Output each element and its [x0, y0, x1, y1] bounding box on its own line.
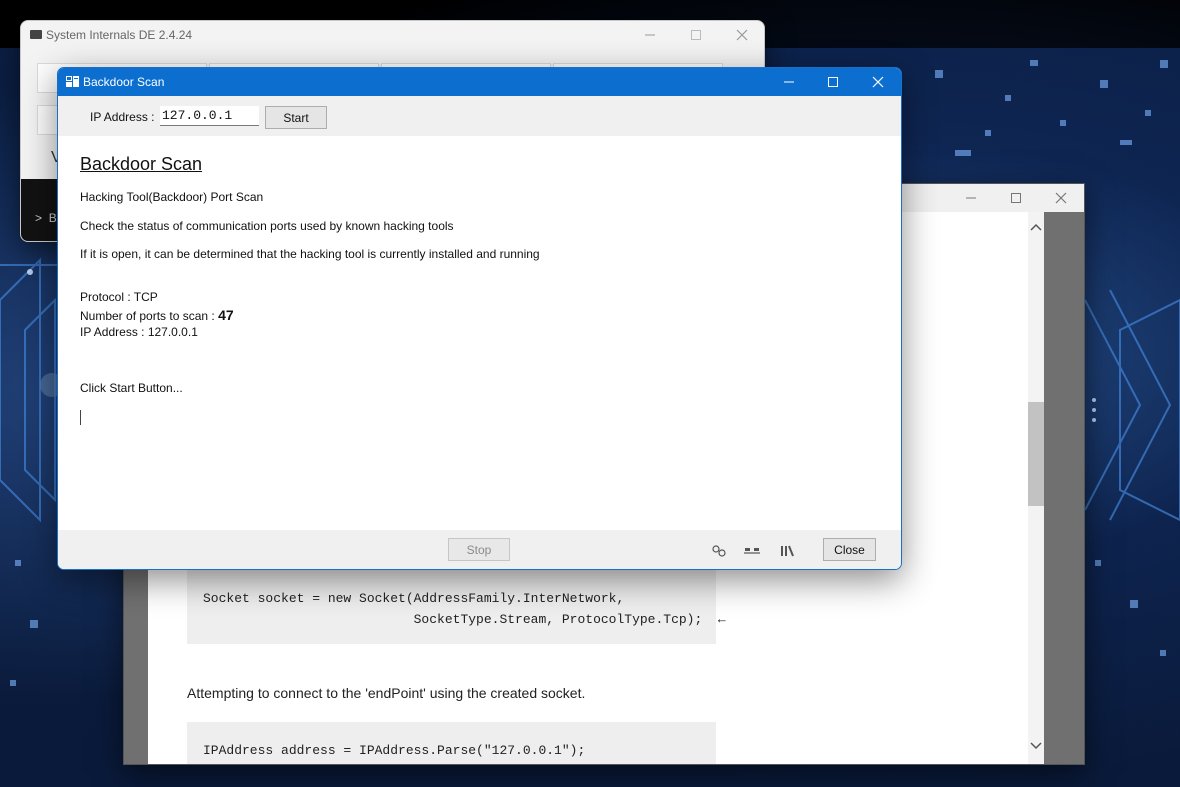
doc-close-button[interactable]: [1038, 184, 1083, 212]
scan-toolbar: IP Address : Start: [58, 96, 901, 136]
close-button[interactable]: [719, 21, 764, 49]
chevron-up-icon[interactable]: [1028, 220, 1044, 236]
doc-minimize-button[interactable]: [948, 184, 993, 212]
library-icon[interactable]: [780, 544, 796, 558]
ip-line: IP Address : 127.0.0.1: [80, 325, 198, 339]
chevron-right-icon: >: [35, 211, 43, 225]
code-line: SocketType.Stream, ProtocolType.Tcp); ←: [203, 612, 726, 627]
console-prompt: > B: [35, 211, 57, 225]
close-dialog-button[interactable]: Close: [823, 538, 876, 561]
backdoor-scan-window: Backdoor Scan IP Address : Start Backdoo…: [57, 67, 902, 570]
window-title: System Internals DE 2.4.24: [46, 28, 193, 42]
scanner-app-icon: [66, 76, 79, 87]
ports-count: 47: [218, 307, 234, 323]
minimize-icon: [965, 197, 976, 199]
code-line: IPAddress address = IPAddress.Parse("127…: [203, 743, 586, 758]
maximize-icon: [690, 30, 701, 40]
code-block-socket: Socket socket = new Socket(AddressFamily…: [187, 570, 726, 644]
maximize-icon: [827, 77, 838, 87]
close-button[interactable]: [855, 68, 900, 96]
doc-maximize-button[interactable]: [993, 184, 1038, 212]
minimize-button[interactable]: [766, 68, 811, 96]
settings-icon[interactable]: [711, 544, 727, 558]
ports-line: Number of ports to scan : 47: [80, 307, 234, 323]
description-line: If it is open, it can be determined that…: [80, 247, 540, 261]
minimize-icon: [644, 34, 655, 36]
partial-label-b: B: [48, 211, 57, 225]
maximize-button[interactable]: [810, 68, 855, 96]
chevron-down-icon[interactable]: [1028, 738, 1044, 754]
scan-heading: Backdoor Scan: [80, 154, 203, 174]
doc-paragraph: Attempting to connect to the 'endPoint' …: [187, 685, 586, 701]
ports-label: Number of ports to scan :: [80, 309, 219, 323]
maximize-icon: [1010, 193, 1021, 203]
network-icon[interactable]: [744, 544, 760, 558]
minimize-button[interactable]: [627, 21, 672, 49]
ip-address-input[interactable]: [160, 106, 259, 126]
stop-button[interactable]: Stop: [448, 538, 510, 561]
ip-address-label: IP Address :: [90, 110, 155, 124]
scan-statusbar: Stop Close: [58, 530, 901, 569]
code-block-ipaddress: IPAddress address = IPAddress.Parse("127…: [187, 722, 716, 764]
protocol-line: Protocol : TCP: [80, 290, 158, 304]
prompt-line: Click Start Button...: [80, 381, 183, 395]
app-icon: [30, 30, 42, 39]
start-button[interactable]: Start: [265, 106, 327, 129]
close-icon: [872, 76, 883, 88]
backdoor-titlebar: Backdoor Scan: [58, 68, 901, 96]
description-line: Hacking Tool(Backdoor) Port Scan: [80, 190, 264, 204]
window-title: Backdoor Scan: [83, 75, 165, 89]
minimize-icon: [783, 81, 794, 83]
maximize-button[interactable]: [673, 21, 718, 49]
text-caret: [80, 410, 81, 425]
code-line: Socket socket = new Socket(AddressFamily…: [203, 591, 625, 606]
close-icon: [1055, 192, 1066, 204]
close-icon: [736, 29, 747, 41]
doc-scrollbar-thumb[interactable]: [1028, 402, 1044, 506]
description-line: Check the status of communication ports …: [80, 219, 454, 233]
scan-output[interactable]: Backdoor Scan Hacking Tool(Backdoor) Por…: [58, 136, 901, 530]
